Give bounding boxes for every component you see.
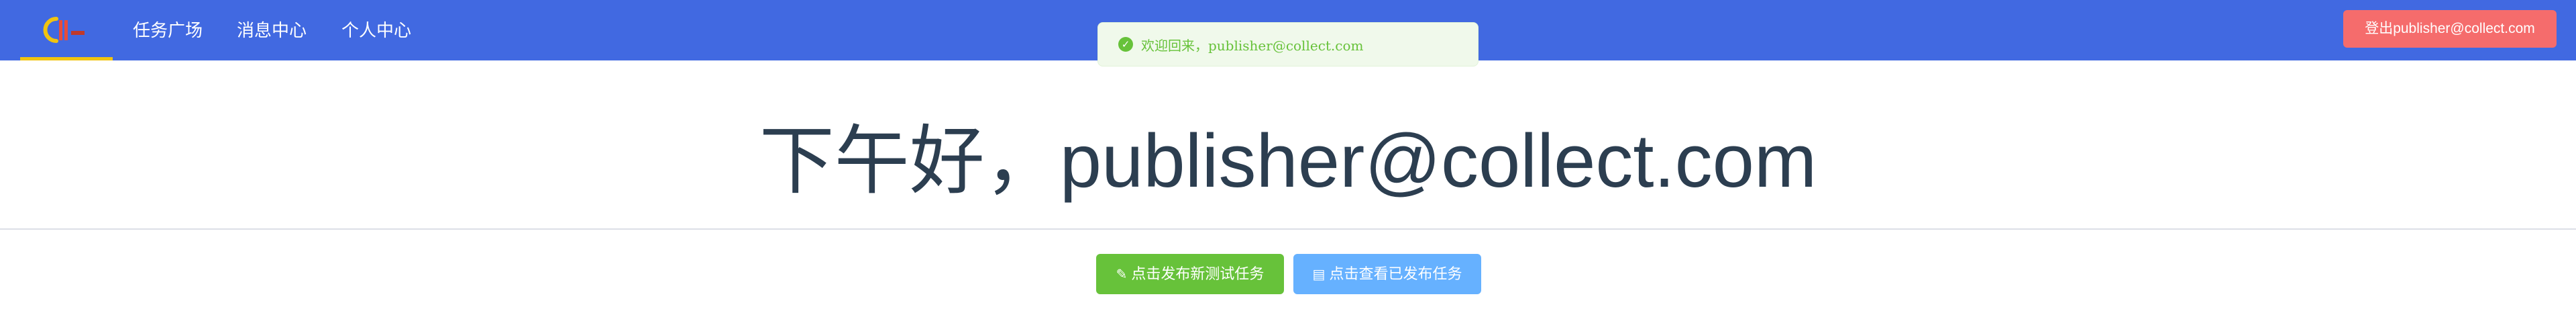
- nav-message-center[interactable]: 消息中心: [237, 0, 307, 60]
- view-published-tasks-button[interactable]: ▤ 点击查看已发布任务: [1293, 254, 1481, 294]
- nav-personal-center[interactable]: 个人中心: [341, 0, 411, 60]
- divider: [0, 228, 2576, 230]
- view-published-label: 点击查看已发布任务: [1329, 265, 1462, 282]
- toast-message: 欢迎回来，publisher@collect.com: [1141, 37, 1364, 54]
- publish-task-button[interactable]: ✎ 点击发布新测试任务: [1096, 254, 1284, 294]
- greeting-title: 下午好，publisher@collect.com: [759, 119, 1817, 203]
- edit-icon: ✎: [1116, 266, 1128, 282]
- logo-link[interactable]: [20, 0, 113, 60]
- calendar-icon: ▤: [1312, 266, 1326, 282]
- publish-task-label: 点击发布新测试任务: [1131, 265, 1265, 282]
- nav-task-square[interactable]: 任务广场: [133, 0, 203, 60]
- success-check-icon: ✓: [1118, 37, 1133, 52]
- welcome-toast: ✓ 欢迎回来，publisher@collect.com: [1097, 22, 1479, 66]
- logout-button[interactable]: 登出publisher@collect.com: [2343, 10, 2557, 48]
- app-logo-icon: [43, 17, 85, 43]
